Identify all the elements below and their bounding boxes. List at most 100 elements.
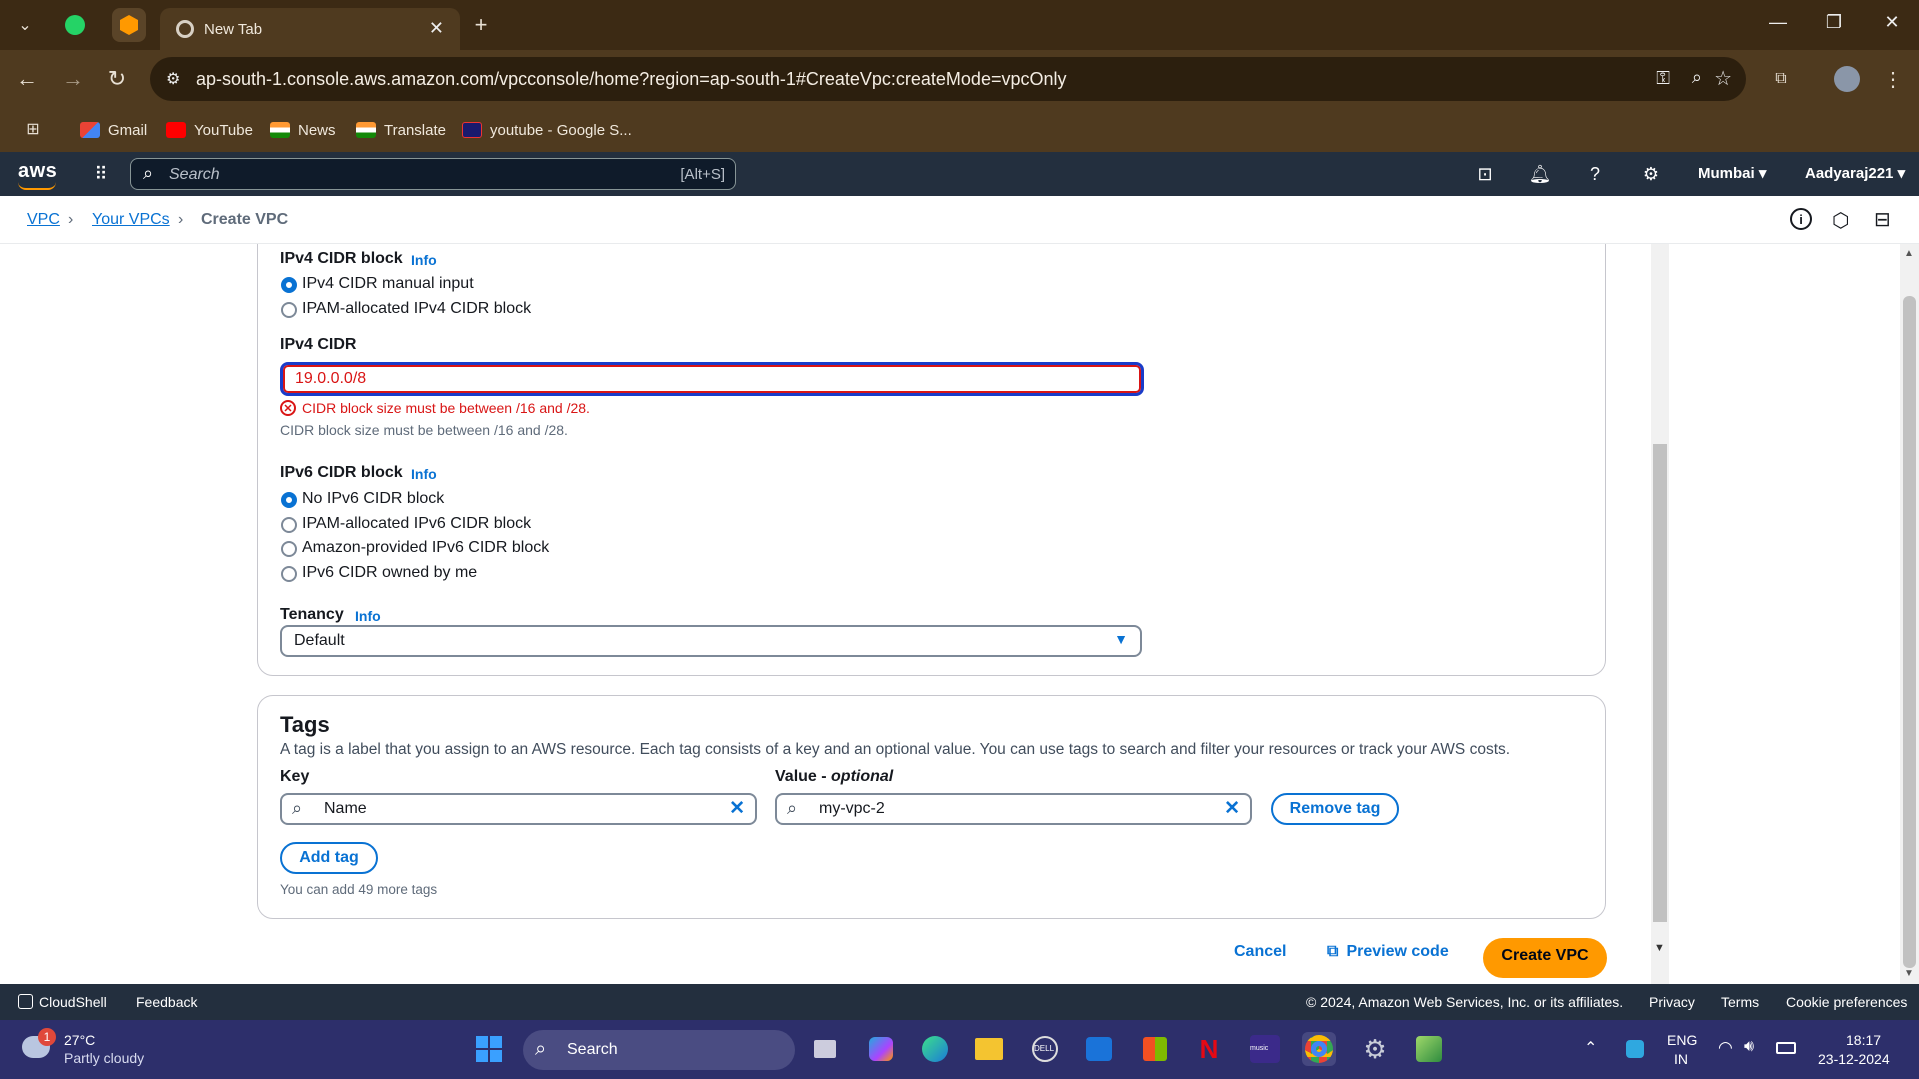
tenancy-select[interactable]: Default ▼ xyxy=(280,625,1142,657)
cancel-button[interactable]: Cancel xyxy=(1234,943,1286,961)
tag-value-input[interactable]: ⌕ my-vpc-2 ✕ xyxy=(775,793,1252,825)
notifications-button[interactable]: 🔔︎ xyxy=(1527,161,1553,187)
bookmark-star-icon[interactable]: ☆ xyxy=(1714,66,1732,91)
start-button[interactable] xyxy=(472,1032,506,1066)
radio-ipv6-ipam-label[interactable]: IPAM-allocated IPv6 CIDR block xyxy=(302,515,531,533)
amazon-music-icon[interactable]: music xyxy=(1248,1032,1282,1066)
bookmark-youtube[interactable]: YouTube xyxy=(166,119,253,141)
tab-search-button[interactable]: ⌄ xyxy=(8,8,42,42)
tools-icon[interactable]: ⬡ xyxy=(1832,208,1849,233)
url-text[interactable]: ap-south-1.console.aws.amazon.com/vpccon… xyxy=(196,69,1067,90)
back-button[interactable]: ← xyxy=(10,62,44,96)
edge-icon[interactable] xyxy=(918,1032,952,1066)
radio-ipv6-ipam[interactable] xyxy=(281,517,297,533)
wifi-icon[interactable]: ◠ xyxy=(1718,1038,1733,1058)
minimize-button[interactable]: — xyxy=(1758,12,1798,33)
settings-taskbar-icon[interactable]: ⚙ xyxy=(1358,1032,1392,1066)
taskbar-search[interactable]: ⌕ Search xyxy=(523,1030,795,1070)
terms-link[interactable]: Terms xyxy=(1721,994,1759,1010)
create-vpc-button[interactable]: Create VPC xyxy=(1483,938,1607,978)
site-settings-icon[interactable]: ⚙ xyxy=(166,69,180,89)
ipv6-block-info-link[interactable]: Info xyxy=(411,466,437,482)
preview-panel-icon[interactable]: ⊟ xyxy=(1874,207,1891,232)
forward-button[interactable]: → xyxy=(56,62,90,96)
password-key-icon[interactable]: ⚿ xyxy=(1656,68,1670,89)
ipv4-block-info-link[interactable]: Info xyxy=(411,252,437,268)
radio-no-ipv6[interactable] xyxy=(281,492,297,508)
language-1[interactable]: ENG xyxy=(1667,1032,1697,1048)
reload-button[interactable]: ↻ xyxy=(100,62,134,96)
bookmark-youtube-google[interactable]: youtube - Google S... xyxy=(462,119,632,141)
bookmark-gmail[interactable]: Gmail xyxy=(80,119,147,141)
tab-new-tab[interactable]: New Tab ✕ xyxy=(160,8,460,50)
microsoft-store-icon[interactable] xyxy=(1138,1032,1172,1066)
content-scrollbar[interactable]: ▼ xyxy=(1651,244,1669,984)
preview-code-button[interactable]: ⧉ Preview code xyxy=(1327,943,1449,961)
copilot-icon[interactable] xyxy=(864,1032,898,1066)
clock-date[interactable]: 23-12-2024 xyxy=(1818,1051,1890,1067)
page-scrollbar[interactable]: ▲ ▼ xyxy=(1900,244,1919,984)
paint-icon[interactable] xyxy=(1412,1032,1446,1066)
bookmark-translate[interactable]: Translate xyxy=(356,119,446,141)
services-menu-button[interactable]: ⠿ xyxy=(88,161,114,187)
remove-tag-button[interactable]: Remove tag xyxy=(1271,793,1399,825)
clear-value-icon[interactable]: ✕ xyxy=(1224,797,1240,820)
cloudshell-link[interactable]: CloudShell xyxy=(18,994,107,1010)
breadcrumb-your-vpcs[interactable]: Your VPCs xyxy=(92,211,170,229)
radio-ipv6-owned-label[interactable]: IPv6 CIDR owned by me xyxy=(302,564,477,582)
radio-ipv4-ipam-label[interactable]: IPAM-allocated IPv4 CIDR block xyxy=(302,300,531,318)
breadcrumb-vpc[interactable]: VPC xyxy=(27,211,60,229)
zoom-icon[interactable]: ⌕ xyxy=(1692,67,1702,88)
language-2[interactable]: IN xyxy=(1674,1051,1688,1067)
region-selector[interactable]: Mumbai ▾ xyxy=(1698,164,1766,182)
close-window-button[interactable]: ✕ xyxy=(1872,12,1912,33)
weather-widget[interactable]: 1 27°C Partly cloudy xyxy=(18,1026,168,1072)
settings-button[interactable]: ⚙ xyxy=(1638,161,1664,187)
page-scrollbar-thumb[interactable] xyxy=(1903,296,1916,968)
radio-no-ipv6-label[interactable]: No IPv6 CIDR block xyxy=(302,490,444,508)
extensions-button[interactable]: ⧉ xyxy=(1764,62,1798,96)
pinned-tab-whatsapp[interactable] xyxy=(58,8,92,42)
outlook-icon[interactable] xyxy=(1082,1032,1116,1066)
content-scrollbar-thumb[interactable] xyxy=(1653,444,1667,922)
close-tab-icon[interactable]: ✕ xyxy=(429,18,444,39)
scroll-up-arrow-icon[interactable]: ▲ xyxy=(1904,248,1914,259)
account-menu[interactable]: Aadyaraj221 ▾ xyxy=(1805,164,1905,182)
radio-ipv6-owned[interactable] xyxy=(281,566,297,582)
add-tag-button[interactable]: Add tag xyxy=(280,842,378,874)
cookie-preferences-link[interactable]: Cookie preferences xyxy=(1786,994,1907,1010)
browser-menu-button[interactable]: ⋮ xyxy=(1876,62,1910,96)
aws-logo[interactable]: aws xyxy=(18,160,57,190)
clock-time[interactable]: 18:17 xyxy=(1846,1032,1881,1048)
pinned-tab-aws[interactable] xyxy=(112,8,146,42)
aws-search-input[interactable]: ⌕ Search [Alt+S] xyxy=(130,158,736,190)
radio-ipv4-ipam[interactable] xyxy=(281,302,297,318)
scroll-down-arrow-icon[interactable]: ▼ xyxy=(1904,968,1914,979)
address-bar[interactable]: ⚙ ap-south-1.console.aws.amazon.com/vpcc… xyxy=(150,57,1746,101)
scroll-down-arrow-icon[interactable]: ▼ xyxy=(1654,942,1665,954)
task-view-icon[interactable] xyxy=(808,1032,842,1066)
bookmark-news[interactable]: News xyxy=(270,119,336,141)
info-icon[interactable]: i xyxy=(1790,208,1812,230)
tenancy-info-link[interactable]: Info xyxy=(355,608,381,624)
chrome-taskbar-icon[interactable] xyxy=(1302,1032,1336,1066)
battery-icon[interactable] xyxy=(1776,1042,1796,1054)
ipv4-cidr-input[interactable]: 19.0.0.0/8 xyxy=(280,362,1144,396)
radio-ipv6-amazon[interactable] xyxy=(281,541,297,557)
chevron-up-icon[interactable]: ⌃ xyxy=(1584,1038,1597,1058)
privacy-link[interactable]: Privacy xyxy=(1649,994,1695,1010)
volume-icon[interactable]: 🔊︎ xyxy=(1744,1038,1754,1056)
file-explorer-icon[interactable] xyxy=(972,1032,1006,1066)
cloudshell-button[interactable]: ⊡ xyxy=(1472,161,1498,187)
help-button[interactable]: ? xyxy=(1582,161,1608,187)
profile-button[interactable] xyxy=(1830,62,1864,96)
restore-button[interactable]: ❐ xyxy=(1814,12,1854,33)
new-tab-button[interactable]: + xyxy=(464,8,498,42)
apps-button[interactable]: ⊞ xyxy=(16,112,50,146)
security-icon[interactable] xyxy=(1626,1040,1644,1058)
radio-ipv4-manual[interactable] xyxy=(281,277,297,293)
clear-key-icon[interactable]: ✕ xyxy=(729,797,745,820)
feedback-link[interactable]: Feedback xyxy=(136,994,197,1010)
radio-ipv6-amazon-label[interactable]: Amazon-provided IPv6 CIDR block xyxy=(302,539,549,557)
radio-ipv4-manual-label[interactable]: IPv4 CIDR manual input xyxy=(302,275,474,293)
